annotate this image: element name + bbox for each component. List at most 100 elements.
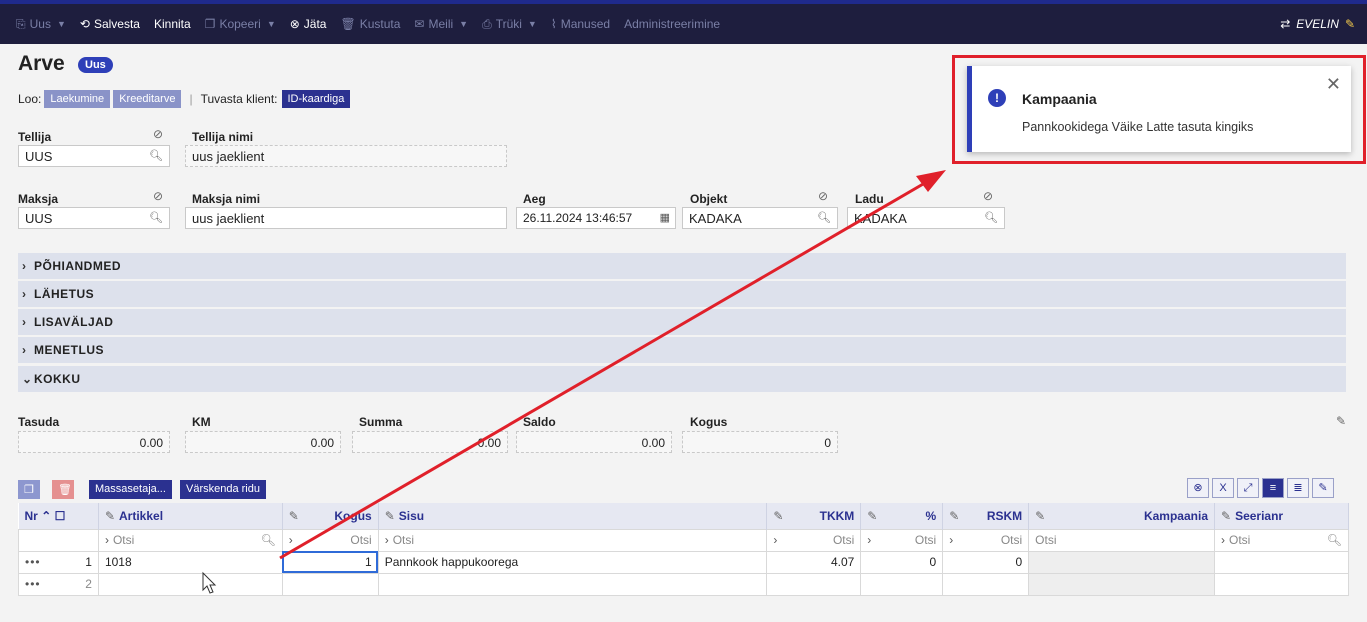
link-icon[interactable]: ⊘: [818, 189, 828, 203]
calendar-icon[interactable]: ▦: [660, 211, 670, 224]
mail-button[interactable]: ✉ Meili ▼: [414, 17, 468, 31]
select-all-checkbox[interactable]: ☐: [55, 509, 66, 523]
search-tkkm[interactable]: › Otsi: [766, 528, 862, 552]
row-menu-icon[interactable]: •••: [25, 577, 41, 591]
cell-seerianr[interactable]: [1214, 572, 1349, 596]
ladu-input[interactable]: KADAKA 🔍︎: [847, 207, 1005, 229]
trash-icon: 🗑: [58, 484, 72, 496]
cell-artikkel[interactable]: [97, 572, 283, 596]
objekt-input[interactable]: KADAKA 🔍︎: [682, 207, 838, 229]
col-nr[interactable]: Nr ⌃ ☐: [18, 503, 99, 529]
section-lahetus[interactable]: › LÄHETUS: [18, 281, 1346, 307]
cell-pct[interactable]: [860, 572, 944, 596]
col-pct[interactable]: ✎%: [860, 503, 944, 529]
col-kampaania[interactable]: ✎ Kampaania: [1028, 503, 1215, 529]
print-button[interactable]: ⎙ Trüki ▼: [482, 17, 537, 32]
cell-sisu[interactable]: Pannkook happukoorega: [377, 550, 768, 574]
cell-seerianr[interactable]: [1214, 550, 1349, 574]
col-seerianr[interactable]: ✎ Seerianr: [1214, 503, 1349, 529]
link-icon[interactable]: ⊘: [153, 189, 163, 203]
section-pohiandmed[interactable]: › PÕHIANDMED: [18, 253, 1346, 279]
loo-label: Loo:: [18, 92, 42, 106]
row-nr[interactable]: ••• 2: [18, 572, 99, 596]
search-icon[interactable]: 🔍︎: [261, 533, 276, 547]
status-badge: Uus: [78, 57, 113, 73]
wrench-icon[interactable]: ✎: [1312, 478, 1334, 498]
search-sisu[interactable]: › Otsi: [377, 528, 768, 552]
save-button[interactable]: ⟲ Salvesta: [80, 17, 140, 31]
section-kokku[interactable]: ⌄KOKKU: [18, 366, 1346, 392]
cell-artikkel[interactable]: 1018: [97, 550, 283, 574]
maksja-nimi-input[interactable]: uus jaeklient: [185, 207, 507, 229]
search-artikkel[interactable]: › Otsi 🔍︎: [97, 528, 283, 552]
cell-kogus[interactable]: [281, 572, 379, 596]
col-tkkm[interactable]: ✎ TKKM: [766, 503, 862, 529]
tellija-label: Tellija: [18, 130, 52, 144]
search-kogus[interactable]: › Otsi: [281, 528, 379, 552]
col-kogus[interactable]: ✎ Kogus: [282, 503, 379, 529]
cell-sisu[interactable]: [377, 572, 768, 596]
search-icon[interactable]: 🔍︎: [149, 149, 163, 162]
compact-view-icon[interactable]: ≣: [1287, 478, 1309, 498]
cell-pct[interactable]: 0: [860, 550, 944, 574]
wrench-icon: ✎: [949, 508, 960, 523]
new-button[interactable]: ⎘ Uus ▼: [16, 17, 66, 32]
aeg-input[interactable]: 26.11.2024 13:46:57 ▦: [516, 207, 676, 229]
admin-button[interactable]: Administreerimine: [624, 17, 720, 31]
tellija-input[interactable]: UUS 🔍︎: [18, 145, 170, 167]
cell-rskm[interactable]: 0: [942, 550, 1030, 574]
search-kampaania[interactable]: Otsi: [1028, 528, 1215, 552]
section-menetlus[interactable]: › MENETLUS: [18, 337, 1346, 363]
wrench-icon[interactable]: ✎: [1345, 17, 1355, 31]
search-icon[interactable]: 🔍︎: [984, 211, 998, 224]
id-card-button[interactable]: ID-kaardiga: [281, 90, 351, 108]
col-rskm[interactable]: ✎ RSKM: [942, 503, 1030, 529]
link-icon[interactable]: ⊘: [983, 189, 993, 203]
section-lisavaljad[interactable]: › LISAVÄLJAD: [18, 309, 1346, 335]
cell-tkkm[interactable]: [766, 572, 862, 596]
search-pct[interactable]: › Otsi: [860, 528, 944, 552]
delete-rows-button[interactable]: 🗑: [52, 480, 74, 499]
wrench-icon: ✎: [288, 508, 299, 523]
new-doc-icon: ⎘: [16, 16, 26, 31]
wrench-icon: ✎: [104, 508, 116, 523]
copy-button[interactable]: ❐ Kopeeri ▼: [205, 17, 276, 31]
list-view-icon[interactable]: ≡: [1262, 478, 1284, 498]
confirm-button[interactable]: Kinnita: [154, 17, 191, 31]
row-nr[interactable]: ••• 1: [18, 550, 99, 574]
expand-icon[interactable]: ⤢: [1237, 478, 1259, 498]
cell-kogus[interactable]: 1: [281, 550, 379, 574]
delete-button[interactable]: 🗑 Kustuta: [340, 17, 400, 31]
col-sisu[interactable]: ✎ Sisu: [378, 503, 768, 529]
search-icon[interactable]: 🔍︎: [1327, 533, 1342, 547]
search-icon[interactable]: 🔍︎: [149, 211, 163, 224]
user-area[interactable]: ⇄ EVELIN ✎: [1280, 4, 1355, 44]
excel-icon[interactable]: X: [1212, 478, 1234, 498]
switch-icon[interactable]: ⇄: [1280, 17, 1290, 31]
user-name: EVELIN: [1296, 17, 1339, 31]
cell-tkkm[interactable]: 4.07: [766, 550, 862, 574]
clear-filter-icon[interactable]: ⊗: [1187, 478, 1209, 498]
sort-asc-icon[interactable]: ⌃: [41, 509, 51, 523]
kreeditarve-button[interactable]: Kreeditarve: [113, 90, 182, 108]
chevron-down-icon: ⌄: [22, 372, 33, 386]
cell-kampaania: [1028, 572, 1215, 596]
maksja-label: Maksja: [18, 192, 59, 206]
chevron-right-icon: ›: [867, 533, 872, 547]
search-rskm[interactable]: › Otsi: [942, 528, 1030, 552]
table-row: ••• 1 1018 1 Pannkook happukoorega 4.07 0…: [18, 550, 1349, 574]
mass-setter-button[interactable]: Massasetaja...: [89, 480, 172, 499]
copy-rows-button[interactable]: ❐: [18, 480, 40, 499]
cell-rskm[interactable]: [942, 572, 1030, 596]
laekumine-button[interactable]: Laekumine: [44, 90, 111, 108]
search-seerianr[interactable]: › Otsi 🔍︎: [1214, 528, 1349, 552]
maksja-input[interactable]: UUS 🔍︎: [18, 207, 170, 229]
wrench-icon[interactable]: ✎: [1336, 414, 1346, 428]
cancel-button[interactable]: ⊗ Jäta: [290, 17, 327, 31]
refresh-rows-button[interactable]: Värskenda ridu: [180, 480, 266, 499]
link-icon[interactable]: ⊘: [153, 127, 163, 141]
attachments-button[interactable]: ⌇ Manused: [551, 17, 610, 31]
col-artikkel[interactable]: ✎ Artikkel: [98, 503, 283, 529]
row-menu-icon[interactable]: •••: [25, 555, 41, 569]
search-icon[interactable]: 🔍︎: [817, 211, 831, 224]
